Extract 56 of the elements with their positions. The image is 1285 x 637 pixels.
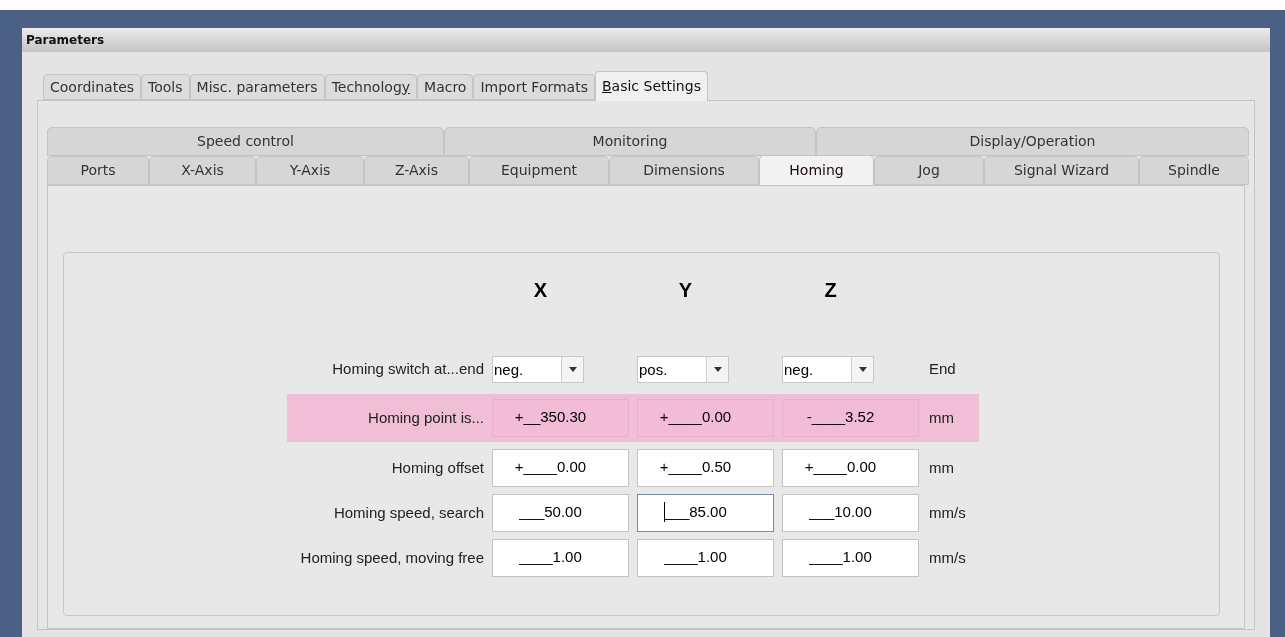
tab[interactable]: Macro [417, 74, 474, 100]
dropdown[interactable]: neg. [782, 355, 874, 383]
input-field[interactable]: ____1.00 [637, 539, 774, 577]
input-field[interactable]: ____1.00 [782, 539, 919, 577]
input-field[interactable]: ___10.00 [782, 494, 919, 532]
tab[interactable]: Basic Settings [595, 71, 708, 101]
tab[interactable]: Ports [47, 156, 149, 185]
dropdown-value: pos. [638, 359, 669, 380]
column-header: Z [824, 278, 838, 303]
unit-label: mm [928, 407, 955, 428]
column-header: Y [678, 278, 694, 303]
unit-label: mm [928, 457, 955, 478]
tab[interactable]: Speed control [47, 127, 444, 156]
readonly-field: -____3.52 [782, 399, 919, 437]
readonly-field: +__350.30 [492, 399, 629, 437]
unit-label: End [928, 358, 957, 379]
field-label: Homing point is... [367, 407, 484, 428]
input-field[interactable]: ___50.00 [492, 494, 629, 532]
tab[interactable]: Y-Axis [256, 156, 364, 185]
field-label: Homing switch at...end [331, 358, 484, 379]
tab[interactable]: Dimensions [609, 156, 759, 185]
input-field[interactable]: +____0.00 [782, 449, 919, 487]
tab[interactable]: Signal Wizard [984, 156, 1139, 185]
dropdown-arrow-icon [713, 366, 722, 372]
field-label: Homing offset [390, 457, 484, 478]
column-header: X [533, 278, 549, 303]
tab[interactable]: Coordinates [43, 74, 142, 100]
dropdown-value: neg. [783, 359, 815, 380]
tab[interactable]: Z-Axis [364, 156, 469, 185]
tab[interactable]: Jog [874, 156, 984, 185]
tab[interactable]: Equipment [469, 156, 609, 185]
tab[interactable]: Technology [324, 74, 418, 100]
tab[interactable]: Display/Operation [816, 127, 1249, 156]
input-field[interactable]: +____0.00 [492, 449, 629, 487]
dropdown-value: neg. [493, 359, 525, 380]
dropdown-arrow-icon [858, 366, 867, 372]
field-label: Homing speed, moving free [299, 547, 484, 568]
readonly-field: +____0.00 [637, 399, 774, 437]
tab[interactable]: Import Formats [473, 74, 595, 100]
window-title: Parameters [22, 28, 1270, 52]
unit-label: mm/s [928, 547, 967, 568]
tab[interactable]: Homing [759, 155, 874, 186]
text-cursor [664, 502, 666, 522]
unit-label: mm/s [928, 502, 967, 523]
input-field[interactable]: ___85.00 [637, 494, 774, 532]
input-field[interactable]: ____1.00 [492, 539, 629, 577]
input-field[interactable]: +____0.50 [637, 449, 774, 487]
tab[interactable]: Monitoring [444, 127, 816, 156]
tab[interactable]: Spindle [1139, 156, 1249, 185]
tab[interactable]: Tools [141, 74, 190, 100]
tab[interactable]: Misc. parameters [189, 74, 325, 100]
dropdown[interactable]: neg. [492, 355, 584, 383]
tab[interactable]: X-Axis [149, 156, 256, 185]
dropdown-arrow-icon [568, 366, 577, 372]
field-label: Homing speed, search [332, 502, 484, 523]
dropdown[interactable]: pos. [637, 355, 729, 383]
